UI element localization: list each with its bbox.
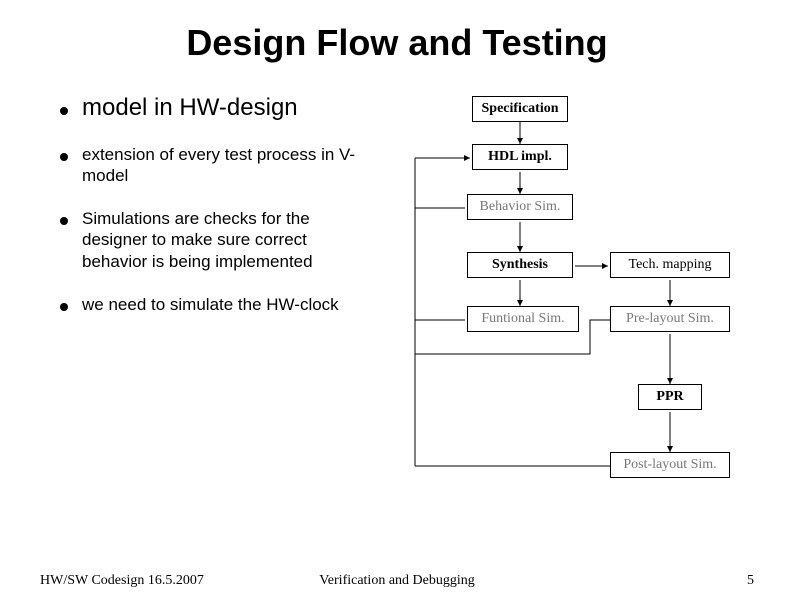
bullet-item: we need to simulate the HW-clock bbox=[60, 294, 360, 315]
box-functional-sim: Funtional Sim. bbox=[467, 306, 579, 332]
box-hdl-impl: HDL impl. bbox=[472, 144, 568, 170]
flow-diagram: Specification HDL impl. Behavior Sim. Sy… bbox=[370, 94, 770, 514]
footer-page-number: 5 bbox=[747, 573, 754, 589]
box-specification: Specification bbox=[472, 96, 568, 122]
bullet-item: Simulations are checks for the designer … bbox=[60, 208, 360, 272]
footer-center: Verification and Debugging bbox=[319, 573, 475, 589]
bullet-item: extension of every test process in V-mod… bbox=[60, 144, 360, 187]
box-synthesis: Synthesis bbox=[467, 252, 573, 278]
bullet-item: model in HW-design bbox=[60, 94, 360, 122]
footer-left: HW/SW Codesign 16.5.2007 bbox=[40, 573, 204, 589]
box-ppr: PPR bbox=[638, 384, 702, 410]
slide-title: Design Flow and Testing bbox=[0, 0, 794, 64]
box-prelayout-sim: Pre-layout Sim. bbox=[610, 306, 730, 332]
bullet-list-container: model in HW-design extension of every te… bbox=[0, 94, 360, 514]
box-postlayout-sim: Post-layout Sim. bbox=[610, 452, 730, 478]
diagram-connectors bbox=[370, 94, 770, 514]
box-behavior-sim: Behavior Sim. bbox=[467, 194, 573, 220]
content-area: model in HW-design extension of every te… bbox=[0, 94, 794, 514]
box-tech-mapping: Tech. mapping bbox=[610, 252, 730, 278]
